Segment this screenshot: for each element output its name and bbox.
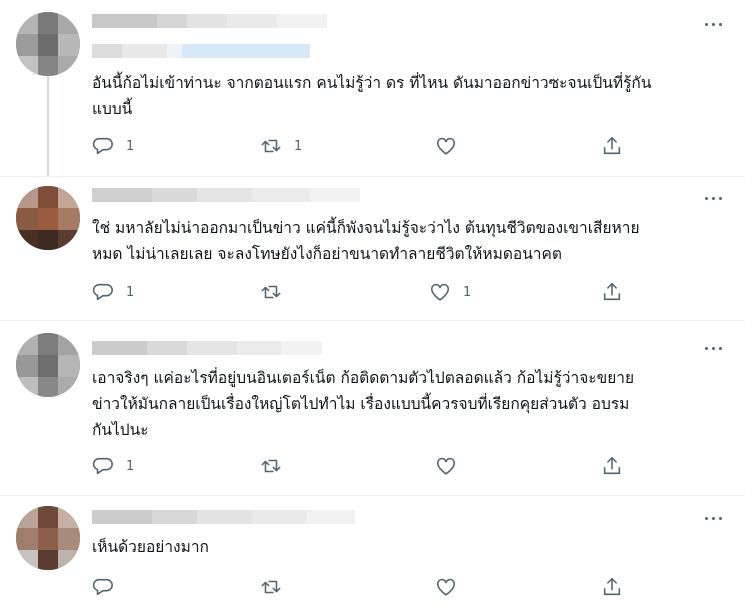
reply-icon: [92, 578, 113, 596]
like-button[interactable]: [435, 575, 469, 599]
reply-button[interactable]: [92, 575, 126, 599]
avatar[interactable]: [16, 12, 80, 76]
blurred-username: [92, 14, 327, 28]
retweet-count: 1: [294, 138, 303, 154]
tweet-4[interactable]: เห็นด้วยอย่างมาก: [0, 496, 745, 613]
avatar[interactable]: [16, 506, 80, 570]
share-icon: [603, 456, 621, 475]
retweet-button[interactable]: [260, 454, 294, 478]
like-heart-icon: [436, 137, 456, 155]
tweet-3[interactable]: เอาจริงๆ แค่อะไรที่อยู่บนอินเตอร์เน็ต ก้…: [0, 321, 745, 495]
retweet-button[interactable]: [260, 280, 294, 304]
retweet-icon: [261, 285, 281, 299]
share-button[interactable]: [601, 575, 623, 599]
blurred-replying-to: [92, 44, 310, 58]
retweet-icon: [261, 580, 281, 594]
more-dots-icon[interactable]: [703, 508, 723, 528]
reply-button[interactable]: 1: [92, 134, 134, 158]
more-dots-icon[interactable]: [703, 338, 723, 358]
retweet-button[interactable]: 1: [260, 134, 302, 158]
reply-count: 1: [126, 138, 135, 154]
retweet-icon: [261, 139, 281, 153]
tweet-1[interactable]: อันนี้ก้อไม่เข้าท่านะ จากตอนแรก คนไม่รู้…: [0, 0, 745, 176]
tweet-actions: [92, 575, 632, 599]
like-button[interactable]: [435, 454, 469, 478]
avatar[interactable]: [16, 186, 80, 250]
more-dots-icon[interactable]: [703, 14, 723, 34]
share-icon: [603, 282, 621, 301]
share-button[interactable]: [601, 280, 623, 304]
like-button[interactable]: 1: [429, 280, 471, 304]
share-button[interactable]: [601, 454, 623, 478]
tweet-text: เห็นด้วยอย่างมาก: [92, 538, 209, 556]
more-dots-icon[interactable]: [703, 188, 723, 208]
blurred-username: [92, 341, 322, 355]
blurred-username: [92, 510, 355, 524]
avatar[interactable]: [16, 333, 80, 397]
reply-button[interactable]: 1: [92, 454, 134, 478]
reply-button[interactable]: 1: [92, 280, 134, 304]
share-button[interactable]: [601, 134, 623, 158]
like-heart-icon: [430, 283, 450, 301]
tweet-2[interactable]: ใช่ มหาลัยไม่น่าออกมาเป็นข่าว แค่นี้ก็พั…: [0, 177, 745, 320]
reply-icon: [92, 283, 113, 301]
tweet-actions: 1 1: [92, 134, 632, 158]
reply-icon: [92, 137, 113, 155]
retweet-icon: [261, 459, 281, 473]
tweet-actions: 1 1: [92, 280, 632, 304]
tweet-text: ใช่ มหาลัยไม่น่าออกมาเป็นข่าว แค่นี้ก็พั…: [92, 219, 640, 263]
like-heart-icon: [436, 457, 456, 475]
tweet-actions: 1: [92, 454, 632, 478]
like-heart-icon: [436, 578, 456, 596]
tweet-text: อันนี้ก้อไม่เข้าท่านะ จากตอนแรก คนไม่รู้…: [92, 74, 652, 118]
blurred-username: [92, 188, 360, 202]
retweet-button[interactable]: [260, 575, 294, 599]
share-icon: [603, 577, 621, 596]
like-count: 1: [463, 284, 472, 300]
like-button[interactable]: [435, 134, 469, 158]
reply-icon: [92, 457, 113, 475]
reply-count: 1: [126, 284, 135, 300]
reply-count: 1: [126, 458, 135, 474]
thread-line: [47, 76, 49, 176]
share-icon: [603, 136, 621, 155]
tweet-text: เอาจริงๆ แค่อะไรที่อยู่บนอินเตอร์เน็ต ก้…: [92, 369, 635, 439]
